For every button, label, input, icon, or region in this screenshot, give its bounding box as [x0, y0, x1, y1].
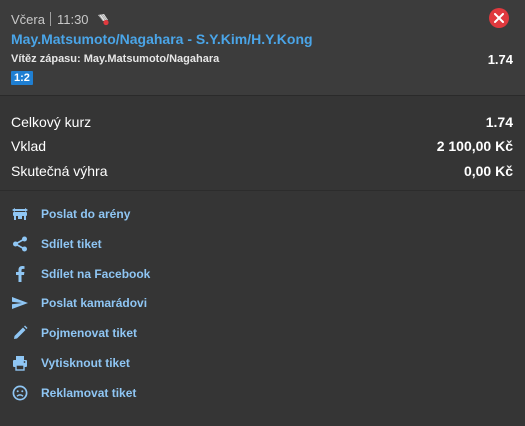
share-facebook-button[interactable]: Sdílet na Facebook [11, 264, 150, 284]
arena-icon [11, 205, 29, 223]
match-title-link[interactable]: May.Matsumoto/Nagahara - S.Y.Kim/H.Y.Kon… [11, 31, 313, 47]
sad-face-icon [11, 384, 29, 402]
meta-divider [49, 12, 51, 26]
total-odds-label: Celkový kurz [11, 114, 92, 130]
summary-row-total-odds: Celkový kurz 1.74 [11, 114, 513, 132]
share-facebook-label: Sdílet na Facebook [41, 267, 151, 281]
summary-row-payout: Skutečná výhra 0,00 Kč [11, 163, 513, 181]
facebook-icon [11, 265, 29, 283]
share-ticket-button[interactable]: Sdílet tiket [11, 234, 102, 254]
rename-ticket-label: Pojmenovat tiket [41, 326, 138, 340]
ticket-time: 11:30 [56, 11, 89, 27]
ticket-meta: Včera 11:30 [11, 11, 110, 27]
pencil-icon [11, 324, 29, 342]
ticket-date: Včera [11, 11, 45, 27]
badminton-shuttlecock-icon [96, 12, 110, 26]
share-icon [11, 235, 29, 253]
printer-icon [11, 354, 29, 372]
send-to-friend-button[interactable]: Poslat kamarádovi [11, 293, 147, 313]
rename-ticket-button[interactable]: Pojmenovat tiket [11, 323, 137, 343]
send-icon [11, 294, 29, 312]
share-ticket-label: Sdílet tiket [41, 237, 102, 251]
score-badge: 1:2 [11, 71, 33, 85]
send-to-arena-label: Poslat do arény [41, 207, 131, 221]
payout-label: Skutečná výhra [11, 163, 108, 179]
print-ticket-button[interactable]: Vytisknout tiket [11, 353, 130, 373]
summary-row-stake: Vklad 2 100,00 Kč [11, 138, 513, 156]
total-odds-value: 1.74 [485, 114, 513, 130]
stake-label: Vklad [11, 138, 47, 154]
stake-value: 2 100,00 Kč [436, 138, 513, 154]
ticket-summary: Celkový kurz 1.74 Vklad 2 100,00 Kč Skut… [0, 96, 525, 191]
payout-value: 0,00 Kč [463, 163, 513, 179]
market-label: Vítěz zápasu: May.Matsumoto/Nagahara [11, 53, 220, 65]
send-to-friend-label: Poslat kamarádovi [41, 296, 148, 310]
close-icon[interactable] [489, 8, 509, 28]
claim-ticket-button[interactable]: Reklamovat tiket [11, 383, 136, 403]
selection-odds: 1.74 [487, 52, 513, 67]
selection-row: Vítěz zápasu: May.Matsumoto/Nagahara 1.7… [11, 52, 513, 67]
send-to-arena-button[interactable]: Poslat do arény [11, 204, 130, 224]
print-ticket-label: Vytisknout tiket [41, 356, 130, 370]
claim-ticket-label: Reklamovat tiket [41, 386, 137, 400]
bet-card: Včera 11:30 May.Matsumoto/Nagahara - S.Y… [0, 0, 525, 96]
